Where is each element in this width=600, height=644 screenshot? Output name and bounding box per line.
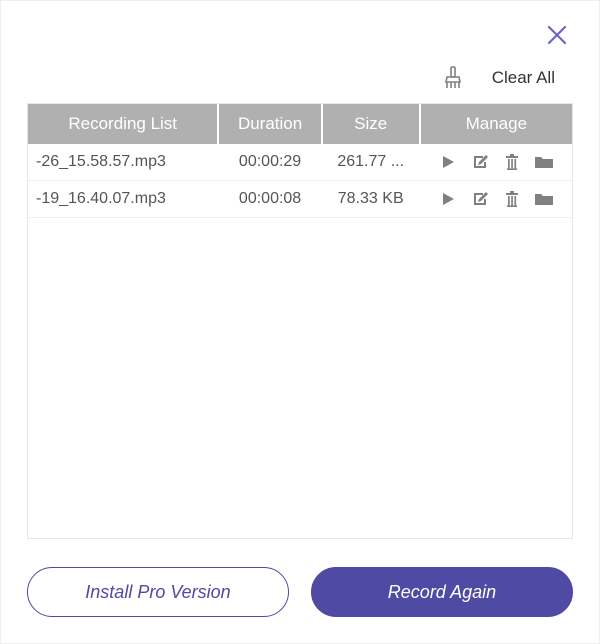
record-again-button[interactable]: Record Again — [311, 567, 573, 617]
recording-table: Recording List Duration Size Manage -26_… — [28, 104, 572, 218]
cleanup-button[interactable] — [442, 65, 464, 91]
cell-name: -19_16.40.07.mp3 — [28, 181, 218, 218]
titlebar — [27, 19, 573, 59]
trash-icon — [504, 153, 520, 171]
manage-actions — [428, 152, 564, 172]
table-row: -26_15.58.57.mp3 00:00:29 261.77 ... — [28, 144, 572, 181]
cell-size: 78.33 KB — [322, 181, 420, 218]
play-button[interactable] — [438, 152, 458, 172]
cell-manage — [420, 181, 572, 218]
col-header-manage: Manage — [420, 104, 572, 144]
play-icon — [440, 191, 456, 207]
edit-icon — [471, 190, 489, 208]
cell-duration: 00:00:08 — [218, 181, 321, 218]
recording-list-dialog: Clear All Recording List Duration Size M… — [0, 0, 600, 644]
col-header-duration: Duration — [218, 104, 321, 144]
open-folder-button[interactable] — [534, 152, 554, 172]
cell-size: 261.77 ... — [322, 144, 420, 181]
table-row: -19_16.40.07.mp3 00:00:08 78.33 KB — [28, 181, 572, 218]
install-pro-button[interactable]: Install Pro Version — [27, 567, 289, 617]
footer: Install Pro Version Record Again — [27, 567, 573, 617]
folder-icon — [534, 154, 554, 170]
table-header-row: Recording List Duration Size Manage — [28, 104, 572, 144]
close-icon — [544, 22, 570, 48]
open-folder-button[interactable] — [534, 189, 554, 209]
col-header-size: Size — [322, 104, 420, 144]
recording-table-container: Recording List Duration Size Manage -26_… — [27, 103, 573, 539]
edit-icon — [471, 153, 489, 171]
manage-actions — [428, 189, 564, 209]
toolbar: Clear All — [27, 59, 573, 103]
cell-duration: 00:00:29 — [218, 144, 321, 181]
play-icon — [440, 154, 456, 170]
trash-icon — [504, 190, 520, 208]
delete-button[interactable] — [502, 189, 522, 209]
close-button[interactable] — [541, 19, 573, 51]
brush-icon — [443, 66, 463, 90]
delete-button[interactable] — [502, 152, 522, 172]
cell-manage — [420, 144, 572, 181]
folder-icon — [534, 191, 554, 207]
clear-all-button[interactable]: Clear All — [492, 68, 555, 88]
col-header-name: Recording List — [28, 104, 218, 144]
play-button[interactable] — [438, 189, 458, 209]
rename-button[interactable] — [470, 152, 490, 172]
rename-button[interactable] — [470, 189, 490, 209]
cell-name: -26_15.58.57.mp3 — [28, 144, 218, 181]
